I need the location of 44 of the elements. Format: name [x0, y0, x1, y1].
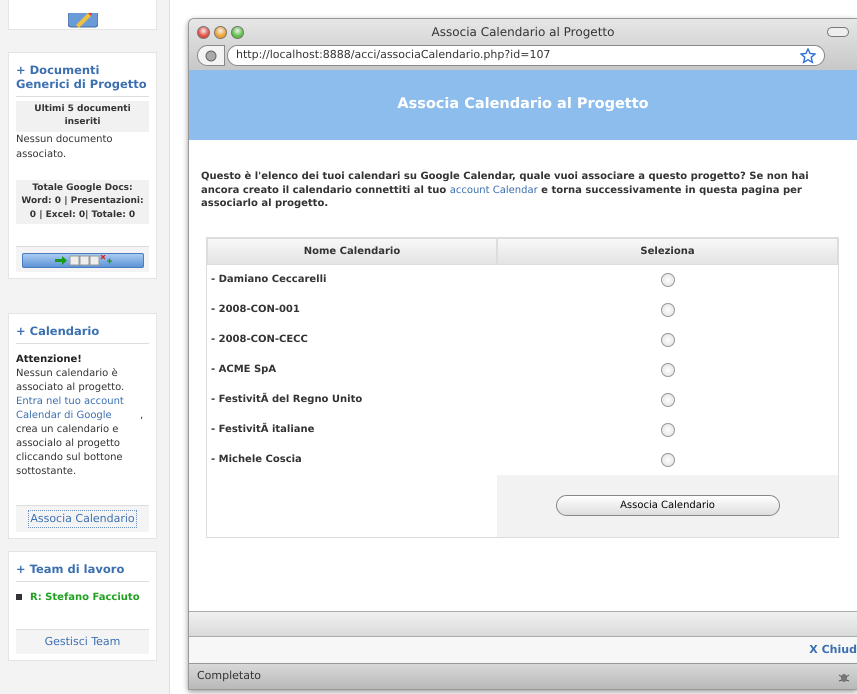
calendar-name: - Damiano Ceccarelli — [210, 273, 328, 287]
star-icon[interactable] — [800, 48, 816, 64]
subheading: Ultimi 5 documenti inseriti — [16, 100, 149, 132]
column-header: Seleziona — [497, 238, 838, 264]
submit-button[interactable]: Associa Calendario — [556, 495, 780, 516]
team-member[interactable]: R: Stefano Facciuto — [30, 590, 140, 604]
radio-button[interactable] — [660, 452, 674, 466]
bullet-icon — [16, 594, 22, 600]
section-title[interactable]: + Calendario — [16, 320, 149, 344]
section-title[interactable]: + Documenti Generici di Progetto — [16, 59, 149, 97]
page-heading: Associa Calendario al Progetto — [189, 70, 857, 140]
radio-button[interactable] — [660, 362, 674, 376]
associate-button[interactable]: Associa Calendario — [28, 510, 137, 528]
section-title[interactable]: + Team di lavoro — [16, 558, 149, 582]
toolbar-toggle-icon[interactable] — [827, 27, 849, 37]
documents-button[interactable] — [22, 253, 144, 268]
url-field[interactable]: http://localhost:8888/acci/associaCalendario.php?id=107 — [227, 45, 825, 66]
column-header: Nome Calendario — [207, 238, 497, 264]
zoom-icon[interactable] — [231, 26, 244, 38]
status-text: Completato — [197, 668, 262, 684]
pencil-icon[interactable] — [68, 13, 98, 29]
radio-button[interactable] — [660, 422, 674, 436]
calendar-name: - 2008-CON-CECC — [210, 333, 309, 347]
calendar-name: - FestivitÃ italiane — [210, 422, 316, 437]
arrow-documents-icon — [52, 255, 112, 266]
calendar-name: - ACME SpA — [210, 363, 278, 377]
radio-button[interactable] — [660, 302, 674, 316]
calendar-link[interactable]: Entra nel tuo account Calendar di Google — [16, 394, 140, 423]
close-icon[interactable] — [197, 26, 210, 38]
intro-text: Questo è l'elenco dei tuoi calendari su Google Calendar, quale vuoi associare a questo progetto? Se non hai ancora creato il calendario connettiti al tuo account Calendar e torna successivamente in questa pagina per associarlo al progetto. — [200, 170, 810, 210]
totals-text: Totale Google Docs: Word: 0 | Presentazioni: 0 | Excel: 0| Totale: 0 — [16, 180, 149, 224]
calendar-name: - FestivitÃ del Regno Unito — [210, 392, 364, 407]
warning-title: Attenzione! — [16, 352, 83, 367]
account-link[interactable]: account Calendar — [450, 184, 538, 196]
empty-message: Nessun documento associato. — [16, 132, 114, 162]
radio-button[interactable] — [660, 332, 674, 346]
close-link[interactable]: X Chiud — [809, 642, 857, 658]
calendar-message: Nessun calendario è associato al progetto. Entra nel tuo account Calendar di Google , crea un calendario e associalo al progetto cliccando sul bottone sottostante. — [16, 366, 144, 479]
radio-button[interactable] — [660, 392, 674, 406]
calendar-name: - 2008-CON-001 — [210, 303, 301, 317]
radio-button[interactable] — [660, 272, 674, 286]
minimize-icon[interactable] — [214, 26, 227, 38]
calendar-name: - Michele Coscia — [210, 453, 303, 467]
window-title: Associa Calendario al Progetto — [432, 24, 614, 41]
